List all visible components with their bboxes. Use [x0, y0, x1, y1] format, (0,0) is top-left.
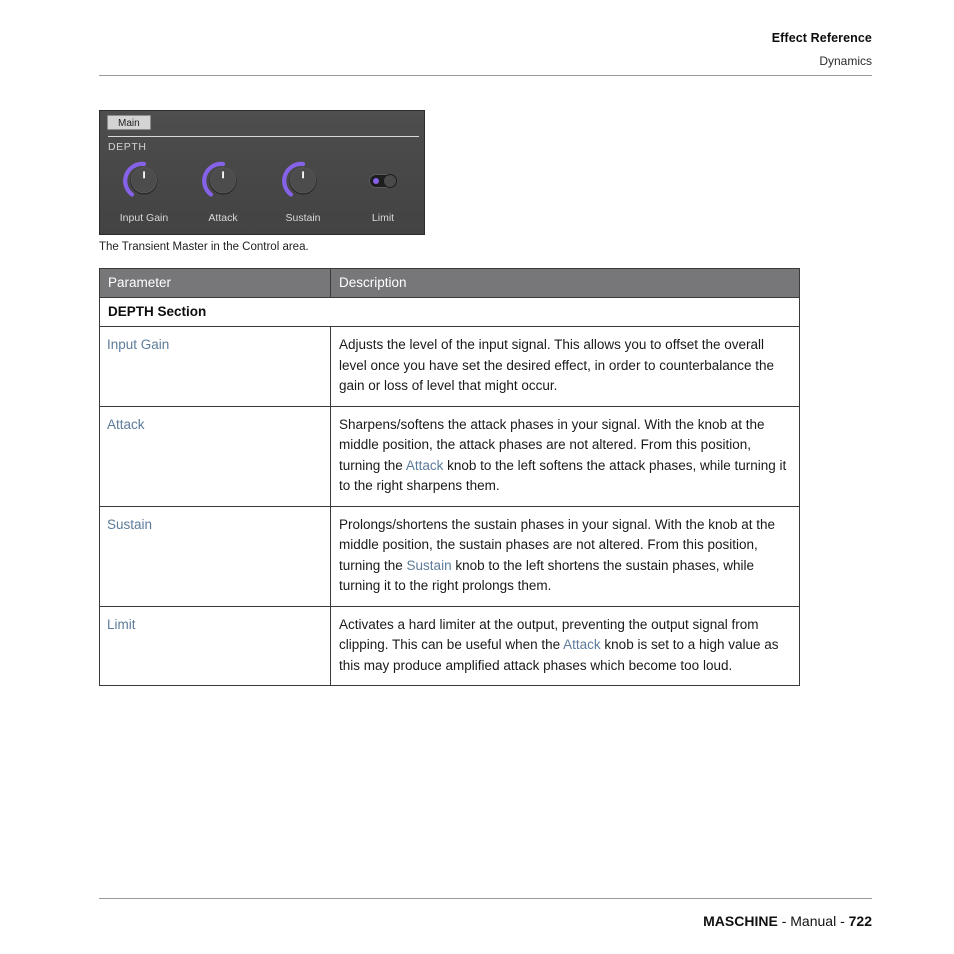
- control-input-gain[interactable]: Input Gain: [104, 159, 184, 224]
- column-header-parameter: Parameter: [99, 268, 331, 298]
- footer-doc: Manual: [790, 913, 837, 929]
- footer-divider: [99, 898, 872, 899]
- figure-caption: The Transient Master in the Control area…: [99, 241, 309, 253]
- param-name-sustain[interactable]: Sustain: [99, 506, 331, 607]
- knob-label-sustain: Sustain: [285, 212, 321, 224]
- section-divider: [108, 136, 419, 137]
- knob-label-attack: Attack: [208, 212, 238, 224]
- table-section-row: DEPTH Section: [99, 297, 800, 327]
- table-row: Limit Activates a hard limiter at the ou…: [99, 606, 800, 686]
- knob-icon[interactable]: [201, 159, 245, 203]
- header-divider: [99, 75, 872, 76]
- tab-main[interactable]: Main: [107, 115, 151, 130]
- param-description-input-gain: Adjusts the level of the input signal. T…: [330, 326, 800, 407]
- column-header-description: Description: [330, 268, 800, 298]
- param-name-input-gain[interactable]: Input Gain: [99, 326, 331, 407]
- running-head-subtitle: Dynamics: [819, 54, 872, 68]
- footer-sep-2: -: [836, 913, 849, 929]
- parameter-table: Parameter Description DEPTH Section Inpu…: [99, 268, 800, 686]
- manual-page: Effect Reference Dynamics Main DEPTH Inp…: [0, 0, 954, 954]
- table-row: Input Gain Adjusts the level of the inpu…: [99, 326, 800, 407]
- limit-toggle[interactable]: [369, 174, 397, 188]
- control-attack[interactable]: Attack: [183, 159, 263, 224]
- table-row: Attack Sharpens/softens the attack phase…: [99, 406, 800, 507]
- page-footer: MASCHINE - Manual - 722: [352, 911, 872, 931]
- param-name-limit[interactable]: Limit: [99, 606, 331, 686]
- footer-product: MASCHINE: [703, 913, 778, 929]
- inline-link[interactable]: Sustain: [407, 558, 452, 573]
- param-name-attack[interactable]: Attack: [99, 406, 331, 507]
- inline-link[interactable]: Attack: [563, 637, 601, 652]
- param-description-attack: Sharpens/softens the attack phases in yo…: [330, 406, 800, 507]
- param-description-sustain: Prolongs/shortens the sustain phases in …: [330, 506, 800, 607]
- footer-page-number: 722: [848, 913, 872, 929]
- depth-controls-row: Input Gain Attack Sustain Limit: [100, 159, 424, 231]
- section-title-depth: DEPTH Section: [99, 297, 800, 327]
- control-sustain[interactable]: Sustain: [263, 159, 343, 224]
- depth-section-label: DEPTH: [108, 141, 147, 153]
- description-text: Adjusts the level of the input signal. T…: [339, 337, 775, 393]
- toggle-indicator-dot: [373, 178, 379, 184]
- table-header-row: Parameter Description: [99, 268, 800, 298]
- device-tab-bar: Main: [100, 111, 424, 133]
- transient-master-device-panel: Main DEPTH Input Gain Attack Sustain Lim…: [99, 110, 425, 235]
- table-row: Sustain Prolongs/shortens the sustain ph…: [99, 506, 800, 607]
- toggle-switch-icon[interactable]: [361, 159, 405, 203]
- param-description-limit: Activates a hard limiter at the output, …: [330, 606, 800, 686]
- running-head: Effect Reference Dynamics: [372, 30, 872, 70]
- toggle-handle[interactable]: [383, 174, 397, 188]
- control-limit[interactable]: Limit: [343, 159, 423, 224]
- knob-icon[interactable]: [281, 159, 325, 203]
- toggle-label-limit: Limit: [371, 212, 395, 224]
- knob-label-input-gain: Input Gain: [119, 212, 169, 224]
- footer-sep-1: -: [777, 913, 791, 929]
- inline-link[interactable]: Attack: [406, 458, 444, 473]
- running-head-title: Effect Reference: [771, 31, 872, 45]
- knob-icon[interactable]: [122, 159, 166, 203]
